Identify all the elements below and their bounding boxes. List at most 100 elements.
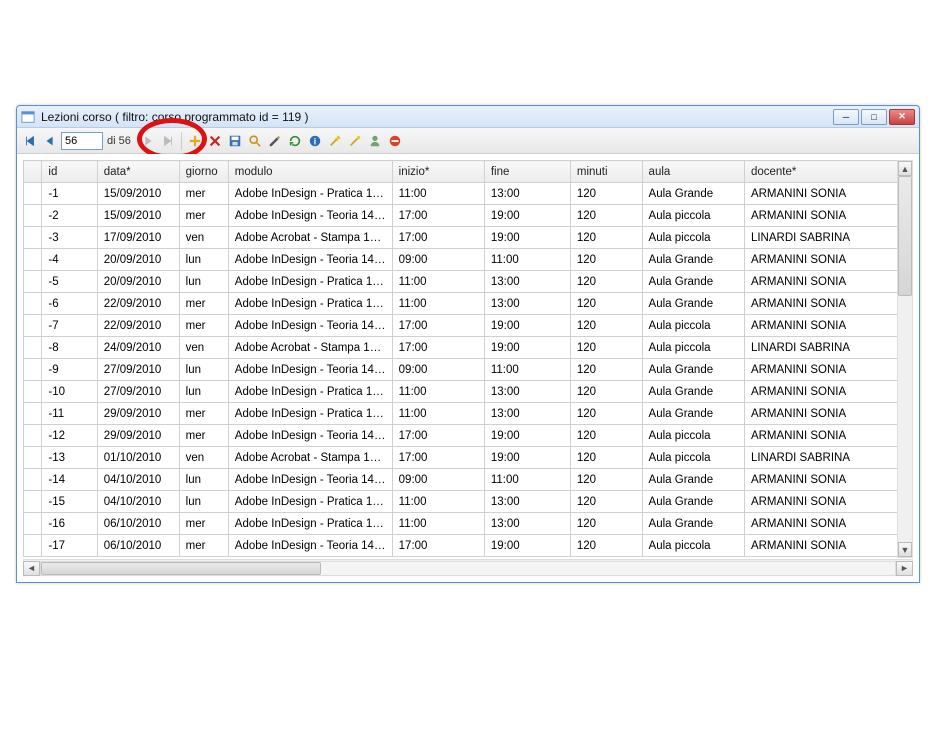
cell[interactable]: 09:00 [392, 469, 484, 491]
cell[interactable]: mer [179, 403, 228, 425]
cell[interactable]: 06/10/2010 [97, 513, 179, 535]
cell[interactable]: -15 [42, 491, 97, 513]
cell[interactable]: mer [179, 535, 228, 557]
cell[interactable]: Aula piccola [642, 447, 744, 469]
cell[interactable]: 120 [570, 337, 642, 359]
search-button[interactable] [246, 132, 264, 150]
cell[interactable]: 19:00 [484, 227, 570, 249]
cell[interactable]: -8 [42, 337, 97, 359]
row-handle[interactable] [24, 535, 42, 557]
cell[interactable]: 15/09/2010 [97, 183, 179, 205]
cell[interactable]: Aula piccola [642, 425, 744, 447]
cell[interactable]: Adobe InDesign - Teoria 14/0... [228, 469, 392, 491]
cell[interactable]: mer [179, 293, 228, 315]
col-fine[interactable]: fine [484, 161, 570, 183]
table-row[interactable]: -927/09/2010lunAdobe InDesign - Teoria 1… [24, 359, 913, 381]
cell[interactable]: -6 [42, 293, 97, 315]
cell[interactable]: ARMANINI SONIA [744, 205, 898, 227]
cell[interactable]: ARMANINI SONIA [744, 403, 898, 425]
cell[interactable]: 27/09/2010 [97, 381, 179, 403]
cell[interactable]: 13:00 [484, 513, 570, 535]
table-row[interactable]: -520/09/2010lunAdobe InDesign - Pratica … [24, 271, 913, 293]
cell[interactable]: -13 [42, 447, 97, 469]
horizontal-scrollbar[interactable]: ◄ ► [23, 559, 913, 576]
nav-position-input[interactable] [61, 132, 103, 150]
cell[interactable]: 29/09/2010 [97, 425, 179, 447]
row-handle[interactable] [24, 403, 42, 425]
table-row[interactable]: -1027/09/2010lunAdobe InDesign - Pratica… [24, 381, 913, 403]
cell[interactable]: Adobe InDesign - Pratica 14/... [228, 183, 392, 205]
cell[interactable]: 120 [570, 293, 642, 315]
cell[interactable]: -7 [42, 315, 97, 337]
cell[interactable]: Aula piccola [642, 337, 744, 359]
cell[interactable]: Adobe InDesign - Teoria 14/0... [228, 205, 392, 227]
cell[interactable]: 11:00 [392, 403, 484, 425]
cell[interactable]: -11 [42, 403, 97, 425]
stop-button[interactable] [386, 132, 404, 150]
table-row[interactable]: -1404/10/2010lunAdobe InDesign - Teoria … [24, 469, 913, 491]
cell[interactable]: 120 [570, 359, 642, 381]
cell[interactable]: 29/09/2010 [97, 403, 179, 425]
cell[interactable]: Aula Grande [642, 271, 744, 293]
scroll-right-button[interactable]: ► [896, 561, 913, 576]
cell[interactable]: lun [179, 381, 228, 403]
cell[interactable]: 120 [570, 403, 642, 425]
refresh-button[interactable] [286, 132, 304, 150]
cell[interactable]: ARMANINI SONIA [744, 183, 898, 205]
row-handle[interactable] [24, 491, 42, 513]
cell[interactable]: -4 [42, 249, 97, 271]
cell[interactable]: ven [179, 447, 228, 469]
table-row[interactable]: -215/09/2010merAdobe InDesign - Teoria 1… [24, 205, 913, 227]
cell[interactable]: -1 [42, 183, 97, 205]
cell[interactable]: 120 [570, 249, 642, 271]
row-handle[interactable] [24, 469, 42, 491]
cell[interactable]: Adobe InDesign - Pratica 14/... [228, 381, 392, 403]
cell[interactable]: -16 [42, 513, 97, 535]
cell[interactable]: Aula Grande [642, 249, 744, 271]
cell[interactable]: 17:00 [392, 337, 484, 359]
col-data[interactable]: data* [97, 161, 179, 183]
cell[interactable]: Aula Grande [642, 513, 744, 535]
cell[interactable]: 17:00 [392, 535, 484, 557]
cell[interactable]: 120 [570, 183, 642, 205]
col-docente[interactable]: docente* [744, 161, 898, 183]
add-button[interactable] [186, 132, 204, 150]
cell[interactable]: -9 [42, 359, 97, 381]
cell[interactable]: 22/09/2010 [97, 293, 179, 315]
table-row[interactable]: -824/09/2010venAdobe Acrobat - Stampa 14… [24, 337, 913, 359]
cell[interactable]: 19:00 [484, 425, 570, 447]
scroll-down-button[interactable]: ▼ [898, 542, 912, 557]
cell[interactable]: 120 [570, 315, 642, 337]
cell[interactable]: 17:00 [392, 447, 484, 469]
cell[interactable]: Adobe InDesign - Pratica 14/... [228, 403, 392, 425]
row-handle[interactable] [24, 359, 42, 381]
cell[interactable]: Adobe InDesign - Teoria 14/0... [228, 249, 392, 271]
cell[interactable]: ARMANINI SONIA [744, 535, 898, 557]
cell[interactable]: ARMANINI SONIA [744, 293, 898, 315]
cell[interactable]: lun [179, 249, 228, 271]
cell[interactable]: 120 [570, 513, 642, 535]
cell[interactable]: -2 [42, 205, 97, 227]
cell[interactable]: 20/09/2010 [97, 271, 179, 293]
close-button[interactable]: ✕ [889, 109, 915, 125]
data-grid[interactable]: id data* giorno modulo inizio* fine minu… [23, 160, 913, 557]
cell[interactable]: 04/10/2010 [97, 469, 179, 491]
row-handle[interactable] [24, 315, 42, 337]
cell[interactable]: 06/10/2010 [97, 535, 179, 557]
scroll-thumb[interactable] [41, 562, 321, 575]
cell[interactable]: lun [179, 271, 228, 293]
cell[interactable]: ARMANINI SONIA [744, 513, 898, 535]
info-button[interactable]: i [306, 132, 324, 150]
cell[interactable]: ven [179, 227, 228, 249]
cell[interactable]: Aula Grande [642, 183, 744, 205]
cell[interactable]: mer [179, 315, 228, 337]
cell[interactable]: Adobe InDesign - Pratica 14/... [228, 491, 392, 513]
cell[interactable]: ARMANINI SONIA [744, 425, 898, 447]
cell[interactable]: ARMANINI SONIA [744, 469, 898, 491]
cell[interactable]: 11:00 [392, 491, 484, 513]
cell[interactable]: 120 [570, 469, 642, 491]
cell[interactable]: 11:00 [392, 381, 484, 403]
table-row[interactable]: -1606/10/2010merAdobe InDesign - Pratica… [24, 513, 913, 535]
cell[interactable]: 19:00 [484, 447, 570, 469]
save-button[interactable] [226, 132, 244, 150]
